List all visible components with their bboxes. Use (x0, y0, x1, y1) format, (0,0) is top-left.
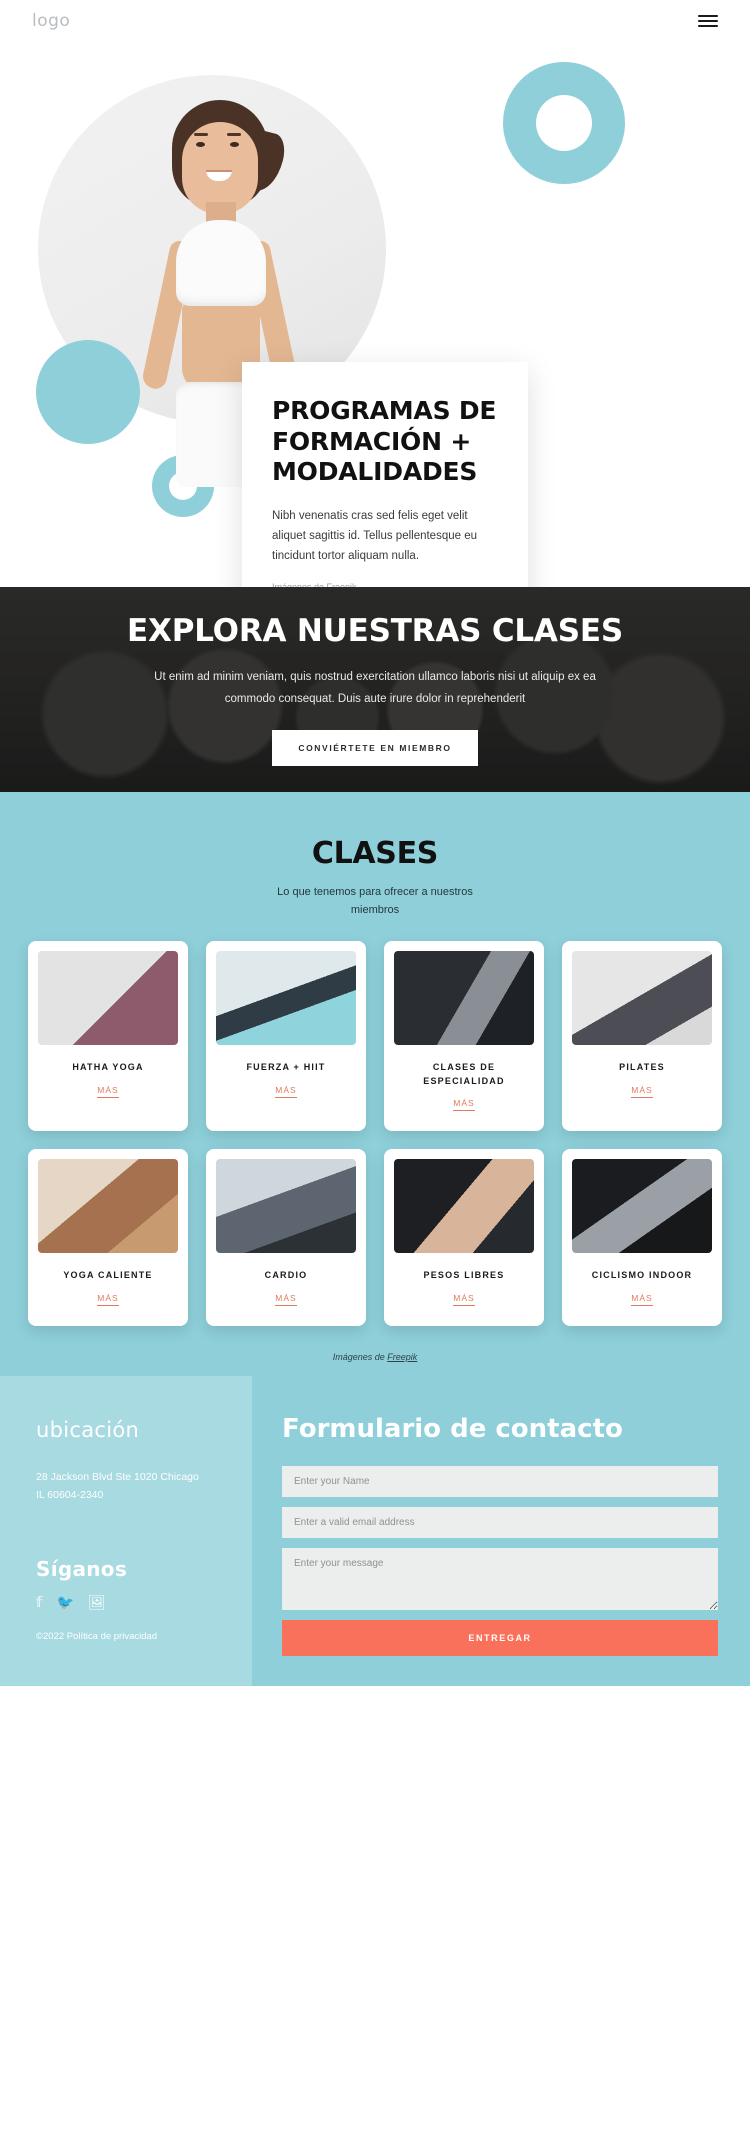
contact-form-title: Formulario de contacto (282, 1413, 623, 1444)
class-card-title: PILATES (619, 1062, 665, 1073)
banner-content: EXPLORA NUESTRAS CLASES Ut enim ad minim… (65, 613, 685, 767)
twitter-icon[interactable]: 🐦 (57, 1595, 74, 1609)
class-card-image (572, 1159, 712, 1254)
site-footer: ubicación 28 Jackson Blvd Ste 1020 Chica… (0, 1375, 750, 1687)
class-card-image (38, 1159, 178, 1254)
follow-heading: Síganos (36, 1556, 128, 1581)
class-card-image (216, 951, 356, 1046)
class-card[interactable]: HATHA YOGA MÁS (28, 941, 188, 1132)
class-card-more-link[interactable]: MÁS (453, 1098, 475, 1112)
burger-line (698, 20, 718, 22)
hero-section: PROGRAMAS DE FORMACIÓN + MODALIDADES Nib… (0, 42, 750, 587)
class-card[interactable]: CARDIO MÁS (206, 1149, 366, 1326)
class-card-title: FUERZA + HIIT (246, 1062, 326, 1073)
class-card-title: HATHA YOGA (72, 1062, 144, 1073)
burger-line (698, 25, 718, 27)
sports-bra (176, 220, 266, 306)
page-root: logo PROGRAMAS DE FORMACIÓN + MODALIDADE… (0, 0, 750, 1687)
class-card[interactable]: CICLISMO INDOOR MÁS (562, 1149, 722, 1326)
classes-subtitle: Lo que tenemos para ofrecer a nuestros m… (277, 886, 473, 917)
become-member-button[interactable]: CONVIÉRTETE EN MIEMBRO (272, 730, 478, 767)
eyebrow-left (194, 133, 208, 136)
location-heading: ubicación (36, 1417, 140, 1442)
decorative-ring-top-right (503, 62, 625, 184)
name-input[interactable] (282, 1466, 718, 1498)
footer-contact-panel: Formulario de contacto ENTREGAR (252, 1376, 750, 1687)
facebook-icon[interactable]: 𝕗 (36, 1595, 43, 1609)
address-line-1: 28 Jackson Blvd Ste 1020 Chicago (36, 1470, 199, 1483)
class-card-more-link[interactable]: MÁS (97, 1085, 119, 1098)
eyebrow-right (227, 133, 241, 136)
class-card-more-link[interactable]: MÁS (631, 1085, 653, 1098)
class-card[interactable]: YOGA CALIENTE MÁS (28, 1149, 188, 1326)
class-card-title: CICLISMO INDOOR (591, 1270, 693, 1281)
message-input[interactable] (282, 1548, 718, 1611)
credit-prefix: Imágenes de (272, 581, 327, 587)
class-card[interactable]: CLASES DE ESPECIALIDAD MÁS (384, 941, 544, 1132)
class-card-more-link[interactable]: MÁS (97, 1293, 119, 1306)
instagram-icon[interactable]: 🖼 (88, 1595, 106, 1609)
class-card-image (394, 951, 534, 1046)
class-card[interactable]: PILATES MÁS (562, 941, 722, 1132)
email-input[interactable] (282, 1507, 718, 1539)
class-card-image (572, 951, 712, 1046)
class-card-more-link[interactable]: MÁS (275, 1085, 297, 1098)
footer-address: 28 Jackson Blvd Ste 1020 Chicago IL 6060… (36, 1468, 224, 1505)
site-logo[interactable]: logo (32, 11, 70, 31)
classes-image-credit: Imágenes de Freepik (28, 1352, 722, 1362)
classes-title: CLASES (311, 836, 439, 871)
contact-form: ENTREGAR (282, 1466, 718, 1657)
class-card-title: CLASES DE ESPECIALIDAD (423, 1062, 505, 1086)
class-card-image (216, 1159, 356, 1254)
submit-button[interactable]: ENTREGAR (282, 1620, 718, 1657)
site-header: logo (0, 0, 750, 42)
hero-title: PROGRAMAS DE FORMACIÓN + MODALIDADES (272, 396, 497, 486)
class-card-more-link[interactable]: MÁS (275, 1293, 297, 1306)
class-card-title: PESOS LIBRES (423, 1270, 505, 1281)
class-card-more-link[interactable]: MÁS (631, 1293, 653, 1306)
banner-paragraph: Ut enim ad minim veniam, quis nostrud ex… (154, 670, 596, 705)
freepik-link[interactable]: Freepik (327, 582, 357, 587)
social-links: 𝕗 🐦 🖼 (36, 1595, 224, 1609)
hero-paragraph: Nibh venenatis cras sed felis eget velit… (272, 509, 478, 562)
eye-right (230, 142, 239, 147)
face (182, 122, 258, 214)
classes-section: CLASES Lo que tenemos para ofrecer a nue… (0, 792, 750, 1376)
class-card[interactable]: PESOS LIBRES MÁS (384, 1149, 544, 1326)
class-card-image (394, 1159, 534, 1254)
banner-title: EXPLORA NUESTRAS CLASES (127, 612, 623, 649)
class-card-image (38, 951, 178, 1046)
hero-image-credit: Imágenes de Freepik (272, 582, 498, 587)
copyright-text: ©2022 Política de privacidad (36, 1630, 158, 1642)
class-card-more-link[interactable]: MÁS (453, 1293, 475, 1306)
eye-left (196, 142, 205, 147)
credit-prefix: Imágenes de (332, 1351, 388, 1362)
classes-grid: HATHA YOGA MÁS FUERZA + HIIT MÁS CLASES DE E… (28, 941, 722, 1326)
hamburger-menu-icon[interactable] (698, 12, 718, 30)
freepik-link[interactable]: Freepik (387, 1352, 417, 1362)
hero-card: PROGRAMAS DE FORMACIÓN + MODALIDADES Nib… (242, 362, 528, 587)
class-card-title: CARDIO (264, 1270, 308, 1281)
class-card[interactable]: FUERZA + HIIT MÁS (206, 941, 366, 1132)
class-card-title: YOGA CALIENTE (63, 1270, 153, 1281)
address-line-2: IL 60604-2340 (36, 1489, 104, 1502)
explore-classes-banner: EXPLORA NUESTRAS CLASES Ut enim ad minim… (0, 587, 750, 792)
burger-line (698, 15, 718, 17)
footer-location-panel: ubicación 28 Jackson Blvd Ste 1020 Chica… (0, 1375, 252, 1687)
